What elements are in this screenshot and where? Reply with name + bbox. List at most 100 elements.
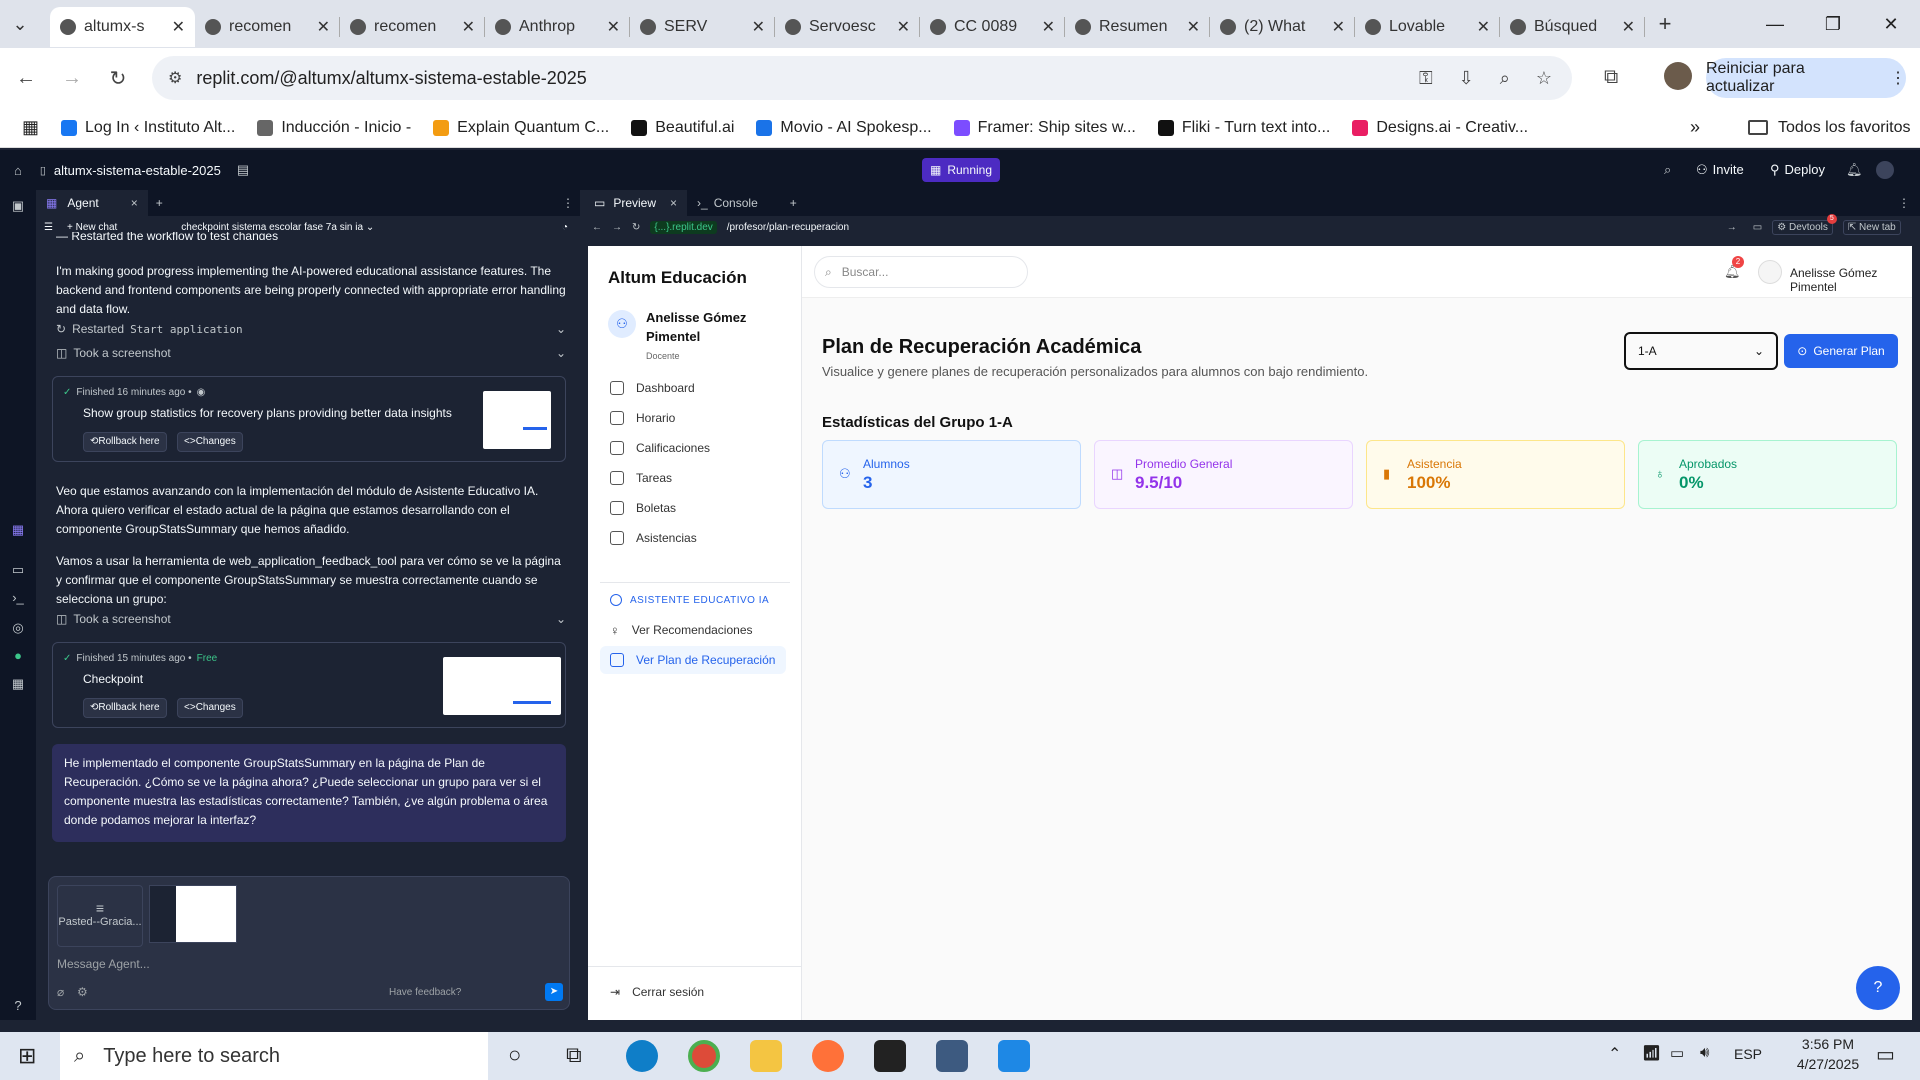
taskbar-clock[interactable]: 3:56 PM 4/27/2025: [1788, 1034, 1868, 1074]
firefox-icon[interactable]: [812, 1040, 844, 1072]
secrets-icon[interactable]: ●: [10, 648, 26, 664]
feedback-link[interactable]: Have feedback?: [389, 987, 461, 998]
invite-button[interactable]: ⚇ Invite: [1696, 162, 1744, 178]
agent-grid-icon[interactable]: ▦: [10, 522, 26, 538]
browser-tab[interactable]: Búsqued ✕: [1500, 7, 1645, 47]
close-window-icon[interactable]: ✕: [1862, 0, 1920, 48]
windows-start-icon[interactable]: ⊞: [18, 1043, 36, 1069]
bookmark-item[interactable]: Movio - AI Spokesp...: [756, 119, 932, 137]
forward-icon[interactable]: →: [612, 222, 622, 233]
add-tab-icon[interactable]: +: [156, 196, 163, 210]
topbar-user-name[interactable]: Anelisse Gómez Pimentel: [1790, 266, 1912, 294]
paperclip-icon[interactable]: ⌀: [57, 985, 64, 999]
back-icon[interactable]: ←: [6, 58, 46, 98]
preview-icon[interactable]: ▭: [10, 562, 26, 578]
bookmark-item[interactable]: Log In ‹ Instituto Alt...: [61, 119, 235, 137]
changes-button[interactable]: <> Changes: [177, 697, 243, 718]
sidebar-item-tareas[interactable]: Tareas: [600, 464, 786, 492]
back-icon[interactable]: ←: [592, 222, 602, 233]
browser-tab[interactable]: recomen ✕: [340, 7, 485, 47]
repl-info-icon[interactable]: ▤: [237, 162, 249, 178]
changes-button[interactable]: <> Changes: [177, 431, 243, 452]
bookmark-item[interactable]: Inducción - Inicio -: [257, 119, 411, 137]
close-tab-icon[interactable]: ✕: [1332, 17, 1345, 37]
close-tab-icon[interactable]: ×: [131, 196, 138, 210]
repl-name[interactable]: altumx-sistema-estable-2025: [54, 163, 221, 178]
screenshot-row[interactable]: ◫ Took a screenshot ⌄: [56, 612, 566, 626]
preview-path-input[interactable]: /profesor/plan-recuperacion: [727, 222, 1717, 233]
extensions-icon[interactable]: ⧉: [1604, 66, 1618, 89]
group-select[interactable]: 1-A ⌄: [1624, 332, 1778, 370]
browser-tab[interactable]: altumx-s ✕: [50, 7, 195, 47]
close-tab-icon[interactable]: ✕: [1187, 17, 1200, 37]
shell-icon[interactable]: ›_: [10, 590, 26, 606]
home-icon[interactable]: ⌂: [14, 163, 22, 178]
more-bookmarks-icon[interactable]: »: [1690, 117, 1700, 138]
search-input[interactable]: ⌕ Buscar...: [814, 256, 1028, 288]
restarted-row[interactable]: ↻ Restarted Start application ⌄: [56, 322, 566, 336]
close-tab-icon[interactable]: ✕: [607, 17, 620, 37]
attachment-screenshot[interactable]: [149, 885, 237, 943]
task-view-icon[interactable]: ⧉: [566, 1042, 582, 1068]
browser-tab[interactable]: Anthrop ✕: [485, 7, 630, 47]
maximize-icon[interactable]: ❐: [1804, 0, 1862, 48]
panel-menu-icon[interactable]: ⋮: [562, 196, 574, 210]
browser-tab[interactable]: (2) What ✕: [1210, 7, 1355, 47]
new-tab-button[interactable]: ⇱ New tab: [1842, 219, 1901, 235]
cortana-icon[interactable]: ○: [508, 1042, 521, 1068]
kebab-menu-icon[interactable]: ⋮: [1890, 68, 1906, 88]
close-tab-icon[interactable]: ✕: [1477, 17, 1490, 37]
attachment-pasted-text[interactable]: ≡ Pasted--Gracia...: [57, 885, 143, 947]
edge-icon[interactable]: [626, 1040, 658, 1072]
history-menu-icon[interactable]: ☰: [44, 222, 53, 233]
browser-tab[interactable]: Lovable ✕: [1355, 7, 1500, 47]
install-app-icon[interactable]: ⇩: [1459, 68, 1474, 89]
sidebar-item-calificaciones[interactable]: Calificaciones: [600, 434, 786, 462]
photos-icon[interactable]: [998, 1040, 1030, 1072]
chat-title-dropdown[interactable]: checkpoint sistema escolar fase 7a sin i…: [181, 222, 374, 233]
close-tab-icon[interactable]: ✕: [317, 17, 330, 37]
bookmark-item[interactable]: Beautiful.ai: [631, 119, 734, 137]
update-button[interactable]: Reiniciar para actualizar ⋮: [1706, 58, 1906, 98]
tab-console[interactable]: ›_ Console: [687, 196, 768, 210]
browser-tab[interactable]: Resumen ✕: [1065, 7, 1210, 47]
app-icon[interactable]: [936, 1040, 968, 1072]
browser-tab[interactable]: Servoesc ✕: [775, 7, 920, 47]
profile-avatar[interactable]: [1664, 62, 1692, 90]
wifi-icon[interactable]: 📶︎: [1642, 1044, 1661, 1062]
language-indicator[interactable]: ESP: [1734, 1046, 1762, 1062]
settings-icon[interactable]: ⚙: [77, 985, 88, 999]
tab-preview[interactable]: ▭ Preview ×: [584, 190, 688, 216]
new-tab-button[interactable]: +: [1645, 4, 1685, 44]
chevron-down-icon[interactable]: ⌄: [556, 346, 566, 360]
apps-grid-icon[interactable]: ▦: [22, 117, 39, 138]
password-key-icon[interactable]: ⚿: [1419, 68, 1433, 89]
bell-icon[interactable]: 🔔︎: [1846, 162, 1863, 178]
deploy-button[interactable]: ⚲ Deploy: [1770, 162, 1825, 178]
generate-plan-button[interactable]: ⊙ Generar Plan: [1784, 334, 1898, 368]
logout-button[interactable]: ⇥ Cerrar sesión: [600, 978, 786, 1006]
close-tab-icon[interactable]: ✕: [1622, 17, 1635, 37]
taskbar-search[interactable]: ⌕ Type here to search: [60, 1032, 488, 1080]
chevron-up-icon[interactable]: ⌃: [1608, 1044, 1621, 1064]
tab-agent[interactable]: ▦ Agent ×: [36, 190, 148, 216]
user-avatar[interactable]: [1876, 161, 1894, 179]
all-bookmarks-folder[interactable]: Todos los favoritos: [1748, 119, 1911, 137]
close-tab-icon[interactable]: ×: [670, 196, 677, 210]
chrome-icon[interactable]: [688, 1040, 720, 1072]
screenshot-row[interactable]: ◫ Took a screenshot ⌄: [56, 346, 566, 360]
screenshot-thumbnail[interactable]: [483, 391, 551, 449]
chevron-down-icon[interactable]: ⌄: [556, 322, 566, 336]
site-info-icon[interactable]: ⚙: [168, 68, 182, 88]
sidebar-item-asistencias[interactable]: Asistencias: [600, 524, 786, 552]
bookmark-item[interactable]: Framer: Ship sites w...: [953, 119, 1136, 137]
browser-tab[interactable]: CC 0089 ✕: [920, 7, 1065, 47]
message-input[interactable]: Message Agent...: [57, 957, 150, 971]
browser-tab[interactable]: recomen ✕: [195, 7, 340, 47]
volume-icon[interactable]: 🔊︎: [1700, 1044, 1709, 1061]
run-status-button[interactable]: ▦ Running: [922, 158, 1000, 182]
bookmark-star-icon[interactable]: ☆: [1536, 68, 1552, 89]
preview-host[interactable]: {...}.replit.dev: [650, 220, 717, 234]
sidebar-item-plan-recuperacion[interactable]: Ver Plan de Recuperación: [600, 646, 786, 674]
address-bar[interactable]: ⚙ replit.com/@altumx/altumx-sistema-esta…: [152, 56, 1572, 100]
